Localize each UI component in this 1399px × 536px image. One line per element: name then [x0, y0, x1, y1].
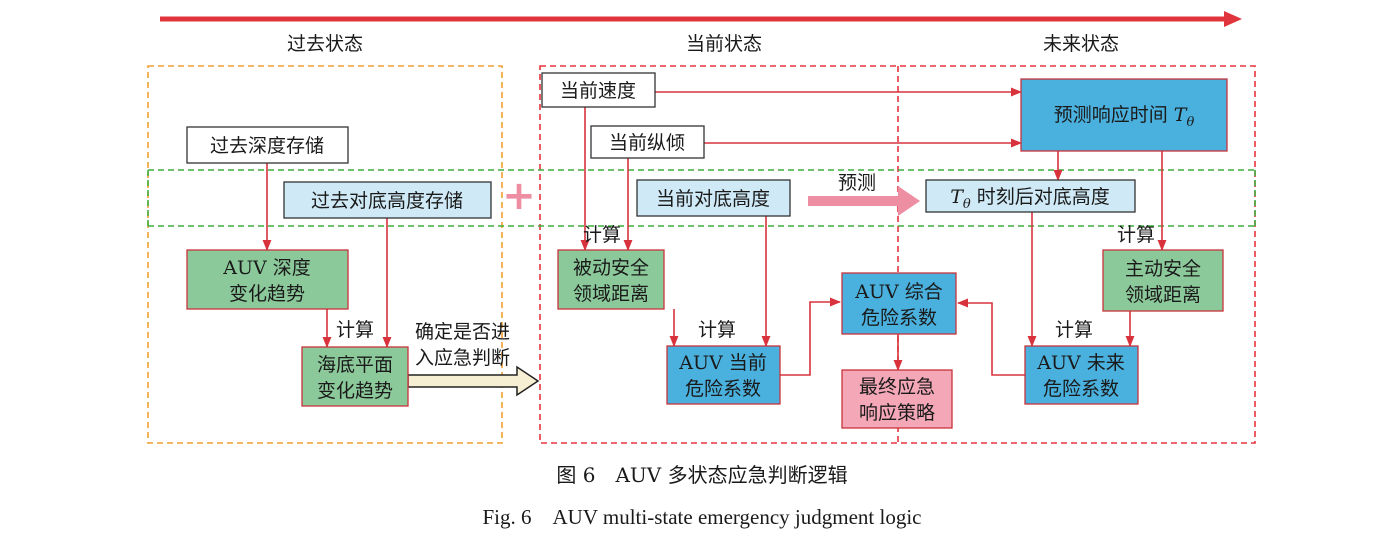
box-seabed-trend: 海底平面 变化趋势	[301, 346, 409, 407]
svg-text:响应策略: 响应策略	[859, 402, 935, 424]
header-past: 过去状态	[287, 33, 363, 55]
caption-en: Fig. 6 AUV multi-state emergency judgmen…	[483, 505, 922, 529]
svg-text:AUV 综合: AUV 综合	[854, 281, 943, 303]
svg-text:AUV 当前: AUV 当前	[678, 352, 767, 374]
box-auv-depth-trend: AUV 深度 变化趋势	[186, 249, 349, 310]
svg-text:AUV 深度: AUV 深度	[222, 257, 311, 279]
plus-sign: +	[502, 173, 536, 219]
box-past-depth-storage: 过去深度存储	[186, 126, 349, 164]
calc-label-passive: 计算	[583, 224, 621, 246]
svg-text:AUV 未来: AUV 未来	[1036, 352, 1125, 374]
box-active-safety: 主动安全 领域距离	[1102, 249, 1224, 312]
svg-text:海底平面: 海底平面	[317, 354, 393, 376]
predict-label: 预测	[838, 172, 876, 194]
box-passive-safety: 被动安全 领域距离	[557, 249, 665, 310]
decide-hollow-arrow	[407, 365, 540, 397]
svg-text:变化趋势: 变化趋势	[317, 380, 393, 402]
logic-diagram: 过去状态 当前状态 未来状态 + 过去深度存储 过去对底高度存储 AUV 深度 …	[147, 11, 1256, 529]
svg-text:领域距离: 领域距离	[573, 283, 649, 305]
calc-label-current-danger: 计算	[698, 319, 736, 341]
box-current-speed: 当前速度	[541, 72, 656, 108]
decide-label-line2: 入应急判断	[415, 347, 510, 369]
svg-text:变化趋势: 变化趋势	[229, 283, 305, 305]
box-final-strategy: 最终应急 响应策略	[841, 369, 953, 429]
arrow-future-to-combined	[956, 298, 1025, 376]
svg-text:当前纵倾: 当前纵倾	[609, 132, 685, 154]
box-future-height: Tθ 时刻后对底高度	[925, 179, 1136, 213]
box-current-danger: AUV 当前 危险系数	[666, 345, 781, 405]
svg-text:主动安全: 主动安全	[1125, 258, 1201, 280]
decide-label-line1: 确定是否进	[415, 321, 510, 343]
box-combined-danger: AUV 综合 危险系数	[841, 272, 957, 335]
caption-zh: 图 6 AUV 多状态应急判断逻辑	[556, 463, 847, 487]
box-predict-time: 预测响应时间 Tθ	[1020, 78, 1228, 152]
box-past-height-storage: 过去对底高度存储	[283, 181, 492, 219]
box-current-pitch: 当前纵倾	[590, 125, 705, 159]
svg-text:被动安全: 被动安全	[573, 257, 649, 279]
calc-label-active: 计算	[1117, 224, 1155, 246]
svg-text:当前对底高度: 当前对底高度	[656, 188, 770, 210]
header-present: 当前状态	[686, 33, 762, 55]
calc-label-seabed: 计算	[336, 319, 374, 341]
svg-text:危险系数: 危险系数	[685, 378, 761, 400]
timeline-arrow	[160, 11, 1242, 27]
box-future-danger: AUV 未来 危险系数	[1024, 345, 1139, 405]
svg-text:危险系数: 危险系数	[861, 307, 937, 329]
header-future: 未来状态	[1043, 33, 1119, 55]
svg-text:危险系数: 危险系数	[1043, 378, 1119, 400]
figure-page: 过去状态 当前状态 未来状态 + 过去深度存储 过去对底高度存储 AUV 深度 …	[0, 0, 1399, 536]
calc-label-future-danger: 计算	[1055, 319, 1093, 341]
svg-text:领域距离: 领域距离	[1125, 284, 1201, 306]
svg-text:过去深度存储: 过去深度存储	[210, 135, 324, 157]
svg-text:当前速度: 当前速度	[560, 80, 636, 102]
svg-text:过去对底高度存储: 过去对底高度存储	[311, 190, 463, 212]
arrow-current-to-combined	[780, 297, 842, 376]
box-current-height: 当前对底高度	[636, 179, 791, 217]
svg-text:最终应急: 最终应急	[859, 376, 935, 398]
